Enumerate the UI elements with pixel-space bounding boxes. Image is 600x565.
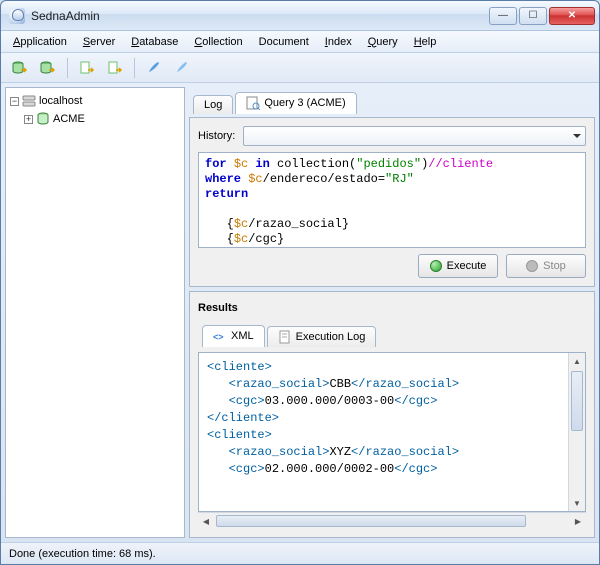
app-window: SednaAdmin — ☐ ✕ ApplicationServerDataba… [0, 0, 600, 565]
right-pane: Log Query 3 (ACME) History: for $c in co… [189, 87, 595, 538]
database-icon [36, 112, 50, 126]
scroll-right-icon[interactable]: ▶ [570, 517, 586, 526]
results-title: Results [198, 300, 586, 316]
maximize-button[interactable]: ☐ [519, 7, 547, 25]
menu-collection[interactable]: Collection [188, 34, 248, 50]
tab-xml-label: XML [231, 330, 254, 342]
execute-icon [430, 260, 442, 272]
tab-query[interactable]: Query 3 (ACME) [235, 92, 356, 114]
tab-xml[interactable]: <> XML [202, 325, 265, 347]
execute-button[interactable]: Execute [418, 254, 498, 278]
scroll-up-icon[interactable]: ▲ [569, 353, 585, 369]
scroll-thumb[interactable] [571, 371, 583, 431]
tree-root-label: localhost [39, 95, 82, 107]
window-title: SednaAdmin [31, 9, 489, 23]
close-button[interactable]: ✕ [549, 7, 595, 25]
tree-panel[interactable]: − localhost + ACME [5, 87, 185, 538]
execute-label: Execute [447, 260, 487, 272]
menu-index[interactable]: Index [319, 34, 358, 50]
toolbar-separator [67, 58, 68, 78]
menu-query[interactable]: Query [362, 34, 404, 50]
menubar: ApplicationServerDatabaseCollection Docum… [1, 31, 599, 53]
collapse-icon[interactable]: − [10, 97, 19, 106]
toolbar-separator [134, 58, 135, 78]
menu-help[interactable]: Help [408, 34, 443, 50]
stop-label: Stop [543, 260, 566, 272]
tab-query-label: Query 3 (ACME) [264, 97, 345, 109]
query-editor[interactable]: for $c in collection("pedidos")//cliente… [198, 152, 586, 248]
body: − localhost + ACME Log Query 3 (ACME) [1, 83, 599, 542]
menu-server[interactable]: Server [77, 34, 121, 50]
vertical-scrollbar[interactable]: ▲ ▼ [568, 353, 585, 511]
results-panel: Results <> XML Execution Log <cliente> <… [189, 291, 595, 538]
server-icon [22, 94, 36, 108]
history-label: History: [198, 130, 235, 142]
brush2-icon[interactable] [171, 57, 193, 79]
tab-exec-label: Execution Log [296, 331, 366, 343]
statusbar: Done (execution time: 68 ms). [1, 542, 599, 564]
menu-document[interactable]: Document [253, 34, 315, 50]
xml-icon: <> [213, 329, 227, 343]
scroll-left-icon[interactable]: ◀ [198, 517, 214, 526]
expand-icon[interactable]: + [24, 115, 33, 124]
tree-db[interactable]: + ACME [10, 110, 180, 128]
results-content[interactable]: <cliente> <razao_social>CBB</razao_socia… [199, 353, 568, 511]
svg-text:<>: <> [213, 332, 224, 342]
main-tabs: Log Query 3 (ACME) [189, 87, 595, 113]
menu-application[interactable]: Application [7, 34, 73, 50]
minimize-button[interactable]: — [489, 7, 517, 25]
tab-execution-log[interactable]: Execution Log [267, 326, 377, 347]
doc-export-icon[interactable] [104, 57, 126, 79]
tab-log[interactable]: Log [193, 95, 233, 114]
java-cup-icon [9, 8, 25, 24]
db-import-icon[interactable] [9, 57, 31, 79]
results-body: <cliente> <razao_social>CBB</razao_socia… [198, 352, 586, 512]
menu-database[interactable]: Database [125, 34, 184, 50]
stop-icon [526, 260, 538, 272]
status-text: Done (execution time: 68 ms). [9, 548, 156, 560]
query-tab-icon [246, 96, 260, 110]
scroll-down-icon[interactable]: ▼ [569, 495, 585, 511]
titlebar: SednaAdmin — ☐ ✕ [1, 1, 599, 31]
stop-button[interactable]: Stop [506, 254, 586, 278]
scroll-thumb[interactable] [216, 515, 526, 527]
tree-db-label: ACME [53, 113, 85, 125]
horizontal-scrollbar[interactable]: ◀ ▶ [198, 512, 586, 529]
toolbar [1, 53, 599, 83]
history-combo[interactable] [243, 126, 586, 146]
log-icon [278, 330, 292, 344]
query-panel: History: for $c in collection("pedidos")… [189, 117, 595, 287]
tab-log-label: Log [204, 99, 222, 111]
brush-icon[interactable] [143, 57, 165, 79]
db-export-icon[interactable] [37, 57, 59, 79]
tree-root[interactable]: − localhost [10, 92, 180, 110]
doc-import-icon[interactable] [76, 57, 98, 79]
